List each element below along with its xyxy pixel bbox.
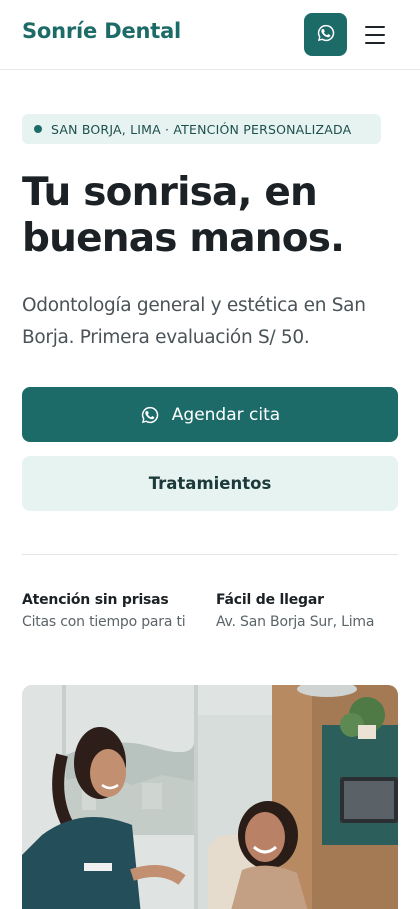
clinic-photo	[22, 685, 398, 909]
feature-title: Fácil de llegar	[216, 592, 324, 608]
hamburger-menu-icon[interactable]	[362, 23, 388, 47]
hero-title-line1: Tu sonrisa, en	[22, 170, 318, 215]
whatsapp-icon	[140, 405, 160, 425]
feature-desc: Citas con tiempo para ti	[22, 614, 186, 630]
hero-title-line2: buenas manos.	[22, 216, 345, 261]
book-appointment-label: Agendar cita	[171, 404, 281, 425]
section-divider	[22, 554, 398, 555]
whatsapp-icon	[316, 23, 336, 47]
hero-subtitle: Odontología general y estética en San Bo…	[22, 295, 366, 348]
site-logo[interactable]: Sonríe Dental	[22, 19, 181, 43]
feature-item: Atención sin prisas Citas con tiempo par…	[22, 592, 212, 630]
whatsapp-button[interactable]	[304, 13, 347, 56]
feature-item: Fácil de llegar Av. San Borja Sur, Lima	[216, 592, 406, 630]
feature-title: Atención sin prisas	[22, 592, 169, 608]
badge-dot-icon	[34, 125, 42, 133]
treatments-button[interactable]: Tratamientos	[22, 456, 398, 511]
hero-title: Tu sonrisa, en buenas manos.	[22, 170, 402, 262]
book-appointment-button[interactable]: Agendar cita	[22, 387, 398, 442]
treatments-label: Tratamientos	[148, 474, 272, 493]
badge-text: SAN BORJA, LIMA · ATENCIÓN PERSONALIZADA	[51, 121, 352, 137]
site-header: Sonríe Dental	[0, 0, 420, 70]
feature-desc: Av. San Borja Sur, Lima	[216, 614, 375, 630]
location-badge: SAN BORJA, LIMA · ATENCIÓN PERSONALIZADA	[22, 114, 381, 144]
